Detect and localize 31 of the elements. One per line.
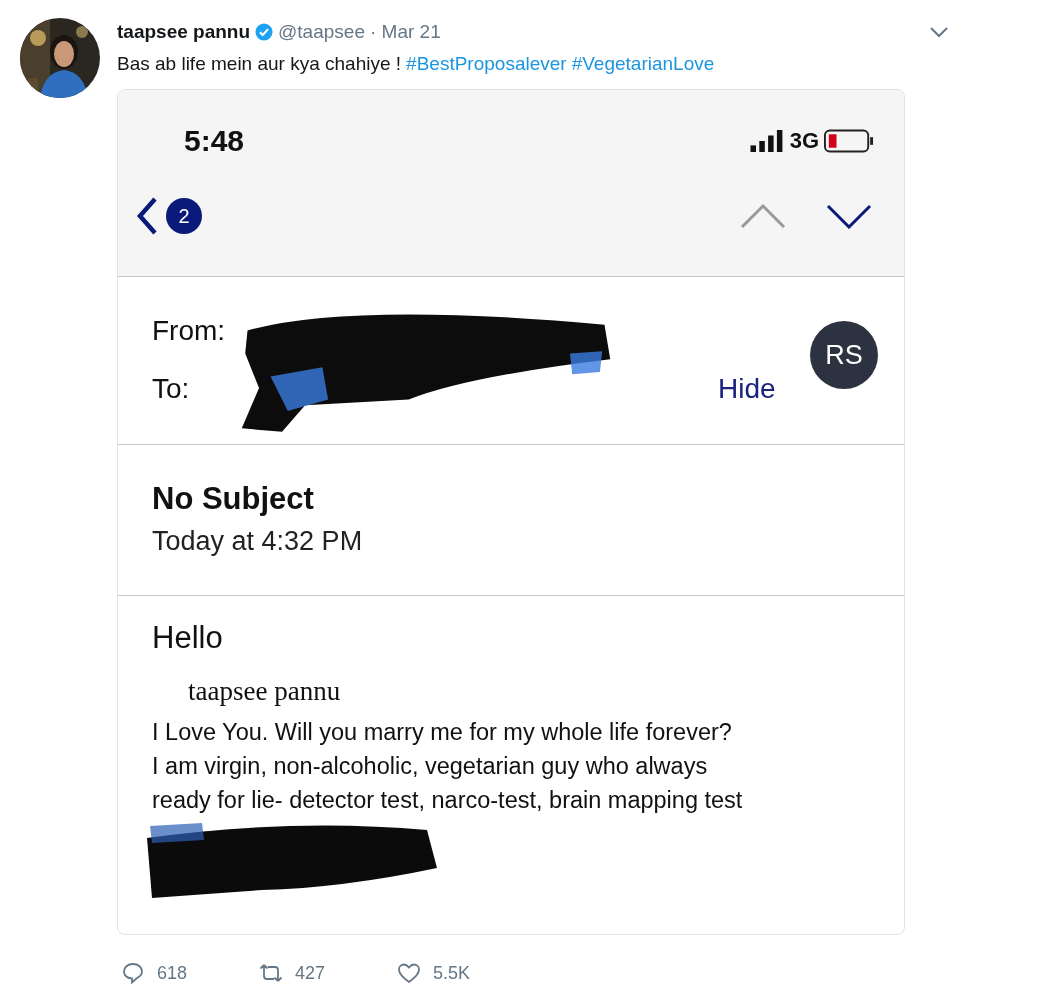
caret-icon[interactable] bbox=[929, 26, 949, 38]
sender-avatar: RS bbox=[810, 321, 878, 389]
heart-icon[interactable] bbox=[397, 961, 421, 985]
email-date: Today at 4:32 PM bbox=[152, 526, 364, 557]
user-handle[interactable]: @taapsee bbox=[278, 21, 365, 43]
down-icon[interactable] bbox=[826, 203, 872, 229]
tweet-date[interactable]: · Mar 21 bbox=[369, 21, 441, 43]
message-line: I am virgin, non-alcoholic, vegetarian guy who always bbox=[152, 752, 709, 781]
message-line: I Love You. Will you marry me for my whole life forever? bbox=[152, 718, 733, 747]
signal-icon bbox=[748, 130, 785, 152]
tweet-text: Bas ab life mein aur kya chahiye ! bbox=[117, 53, 402, 75]
unread-count: 2 bbox=[166, 198, 202, 234]
network-label: 3G bbox=[789, 128, 819, 154]
action-count: 5.5K bbox=[433, 962, 471, 984]
action-count: 427 bbox=[295, 962, 326, 984]
status-time: 5:48 bbox=[184, 124, 245, 158]
greeting-text: Hello bbox=[152, 620, 224, 656]
action-count: 618 bbox=[157, 962, 188, 984]
comment-icon[interactable] bbox=[121, 961, 145, 985]
email-subject: No Subject bbox=[152, 481, 315, 517]
to-label: To: bbox=[152, 373, 191, 405]
message-line: ready for lie- detector test, narco-test, brain mapping test bbox=[152, 786, 744, 815]
hashtag-link[interactable]: #VegetarianLove bbox=[571, 53, 715, 75]
author-name[interactable]: taapsee pannu bbox=[117, 21, 251, 43]
name-line: taapsee pannu bbox=[188, 676, 342, 707]
up-icon[interactable] bbox=[740, 203, 786, 229]
hide-link[interactable]: Hide bbox=[718, 373, 776, 405]
from-label: From: bbox=[152, 315, 226, 347]
hashtag-link[interactable]: #BestProposalever bbox=[406, 53, 567, 75]
back-icon[interactable] bbox=[136, 196, 158, 236]
battery-icon bbox=[824, 129, 874, 153]
